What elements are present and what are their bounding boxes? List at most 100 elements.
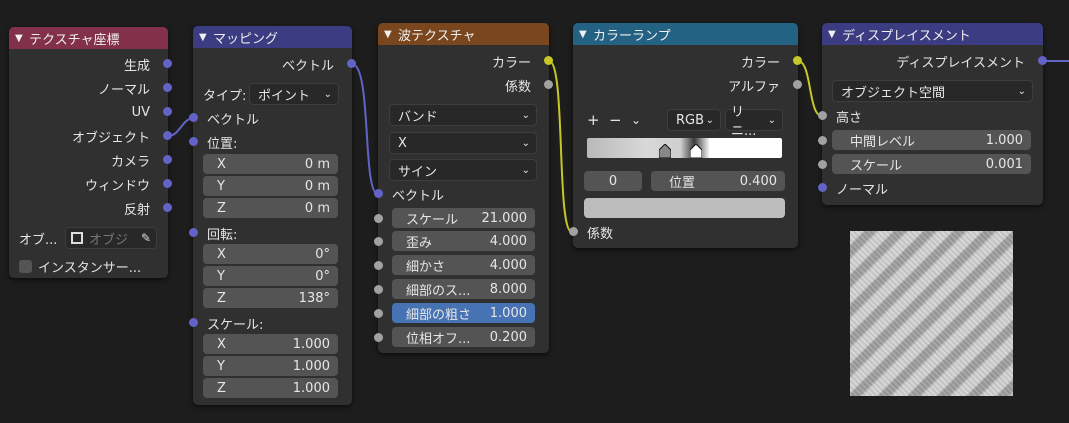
input-socket[interactable] xyxy=(818,160,827,169)
output-socket[interactable] xyxy=(163,131,172,140)
output-normal: ノーマル xyxy=(9,77,172,99)
input-socket[interactable] xyxy=(374,189,383,198)
output-socket[interactable] xyxy=(163,203,172,212)
output-socket[interactable] xyxy=(163,59,172,68)
output-camera: カメラ xyxy=(9,149,172,171)
node-header[interactable]: ▼ ディスプレイスメント xyxy=(822,23,1043,45)
output-color: カラー xyxy=(378,50,553,72)
node-header[interactable]: ▼ マッピング xyxy=(193,26,352,48)
type-value: ポイント xyxy=(258,88,311,104)
rotation-z-field[interactable]: Z 138° xyxy=(203,288,338,308)
node-header[interactable]: ▼ 波テクスチャ xyxy=(378,23,549,45)
input-rotation: 回転: xyxy=(189,222,352,244)
detail-scale-field[interactable]: 細部のス... 8.000 xyxy=(374,279,535,299)
color-stop-handle-active[interactable] xyxy=(689,143,703,159)
instancer-checkbox[interactable] xyxy=(19,259,32,273)
midlevel-field[interactable]: 中間レベル 1.000 xyxy=(818,130,1031,150)
node-header[interactable]: ▼ カラーランプ xyxy=(573,23,798,45)
field-value: 1.000 xyxy=(292,336,330,352)
input-socket[interactable] xyxy=(374,237,383,246)
chevron-down-icon[interactable]: ▼ xyxy=(199,32,213,43)
color-mode-dropdown[interactable]: RGB ⌄ xyxy=(667,109,721,131)
object-row: オブ... オブジ ✎ xyxy=(9,227,168,249)
output-displacement: ディスプレイスメント xyxy=(822,50,1047,72)
location-y-field[interactable]: Y 0 m xyxy=(203,176,338,196)
output-socket[interactable] xyxy=(544,56,553,65)
output-socket[interactable] xyxy=(793,80,802,89)
space-dropdown[interactable]: オブジェクト空間 ⌄ xyxy=(832,80,1033,102)
scale-y-field[interactable]: Y 1.000 xyxy=(203,356,338,376)
chevron-down-icon: ⌄ xyxy=(323,88,332,100)
rotation-y-field[interactable]: Y 0° xyxy=(203,266,338,286)
input-socket[interactable] xyxy=(374,261,383,270)
ramp-menu-chevron-icon[interactable]: ⌄ xyxy=(631,113,655,127)
node-header[interactable]: ▼ テクスチャ座標 xyxy=(9,27,168,49)
detail-field[interactable]: 細かさ 4.000 xyxy=(374,255,535,275)
input-socket[interactable] xyxy=(189,228,198,237)
output-socket[interactable] xyxy=(163,107,172,116)
output-socket[interactable] xyxy=(793,56,802,65)
field-value: 1.000 xyxy=(292,380,330,396)
output-socket[interactable] xyxy=(544,80,553,89)
output-socket[interactable] xyxy=(347,59,356,68)
output-alpha: アルファ xyxy=(573,74,802,96)
stop-color-swatch[interactable] xyxy=(584,198,785,218)
axis-label: Y xyxy=(217,178,225,194)
stop-position-field[interactable]: 位置 0.400 xyxy=(651,171,785,191)
input-socket[interactable] xyxy=(374,333,383,342)
rotation-x-field[interactable]: X 0° xyxy=(203,244,338,264)
input-socket[interactable] xyxy=(818,136,827,145)
disp-scale-field[interactable]: スケール 0.001 xyxy=(818,154,1031,174)
chevron-down-icon[interactable]: ▼ xyxy=(15,33,29,44)
location-x-field[interactable]: X 0 m xyxy=(203,154,338,174)
socket-label: 係数 xyxy=(504,79,531,95)
input-socket[interactable] xyxy=(374,309,383,318)
wave-texture-node[interactable]: ▼ 波テクスチャ カラー 係数 バンド ⌄ X ⌄ サイン ⌄ ベクトル スケール 21… xyxy=(374,23,553,353)
input-socket[interactable] xyxy=(374,214,383,223)
axis-label: Z xyxy=(217,290,226,306)
mapping-node[interactable]: ▼ マッピング ベクトル タイプ: ポイント ⌄ ベクトル 位置: X 0 m Y 0… xyxy=(189,26,356,405)
location-z-field[interactable]: Z 0 m xyxy=(203,198,338,218)
input-socket[interactable] xyxy=(189,318,198,327)
axis-label: Y xyxy=(217,268,225,284)
detail-roughness-field[interactable]: 細部の粗さ 1.000 xyxy=(374,303,535,323)
input-socket[interactable] xyxy=(818,183,827,192)
instancer-row[interactable]: インスタンサー... xyxy=(9,255,168,277)
output-socket[interactable] xyxy=(163,155,172,164)
chevron-down-icon[interactable]: ▼ xyxy=(579,29,593,40)
chevron-down-icon: ⌄ xyxy=(1017,85,1026,97)
distortion-field[interactable]: 歪み 4.000 xyxy=(374,231,535,251)
scale-z-field[interactable]: Z 1.000 xyxy=(203,378,338,398)
remove-stop-button[interactable]: − xyxy=(609,111,631,129)
output-socket[interactable] xyxy=(1038,56,1047,65)
eyedropper-icon[interactable]: ✎ xyxy=(141,231,151,245)
interpolation-dropdown[interactable]: リニ... ⌄ xyxy=(725,105,783,139)
add-stop-button[interactable]: + xyxy=(587,111,609,129)
input-socket[interactable] xyxy=(818,111,827,120)
input-socket[interactable] xyxy=(189,137,198,146)
chevron-down-icon[interactable]: ▼ xyxy=(828,29,842,40)
scale-x-field[interactable]: X 1.000 xyxy=(203,334,338,354)
displacement-node[interactable]: ▼ ディスプレイスメント ディスプレイスメント オブジェクト空間 ⌄ 高さ 中間レ… xyxy=(818,23,1047,205)
color-stop-handle[interactable] xyxy=(658,143,672,159)
direction-dropdown[interactable]: X ⌄ xyxy=(389,132,537,154)
color-ramp-gradient[interactable] xyxy=(587,138,782,158)
profile-dropdown[interactable]: サイン ⌄ xyxy=(389,159,537,181)
input-socket[interactable] xyxy=(374,285,383,294)
input-socket[interactable] xyxy=(189,113,198,122)
chevron-down-icon[interactable]: ▼ xyxy=(384,29,398,40)
output-socket[interactable] xyxy=(163,83,172,92)
wave-type-dropdown[interactable]: バンド ⌄ xyxy=(389,104,537,126)
scale-field[interactable]: スケール 21.000 xyxy=(374,208,535,228)
type-dropdown[interactable]: ポイント ⌄ xyxy=(249,83,339,105)
axis-label: X xyxy=(217,336,226,352)
texture-coordinate-node[interactable]: ▼ テクスチャ座標 生成 ノーマル UV オブジェクト カメラ ウィンドウ 反射… xyxy=(9,27,172,278)
stop-index-field[interactable]: 0 xyxy=(584,171,642,191)
phase-offset-field[interactable]: 位相オフ... 0.200 xyxy=(374,327,535,347)
object-picker[interactable]: オブジ ✎ xyxy=(65,227,157,249)
input-socket[interactable] xyxy=(569,227,578,236)
color-ramp-node[interactable]: ▼ カラーランプ カラー アルファ + − ⌄ RGB ⌄ リニ... ⌄ 0 位置… xyxy=(569,23,802,248)
node-title: カラーランプ xyxy=(593,28,671,44)
output-socket[interactable] xyxy=(163,179,172,188)
field-label: 位相オフ... xyxy=(406,331,471,347)
